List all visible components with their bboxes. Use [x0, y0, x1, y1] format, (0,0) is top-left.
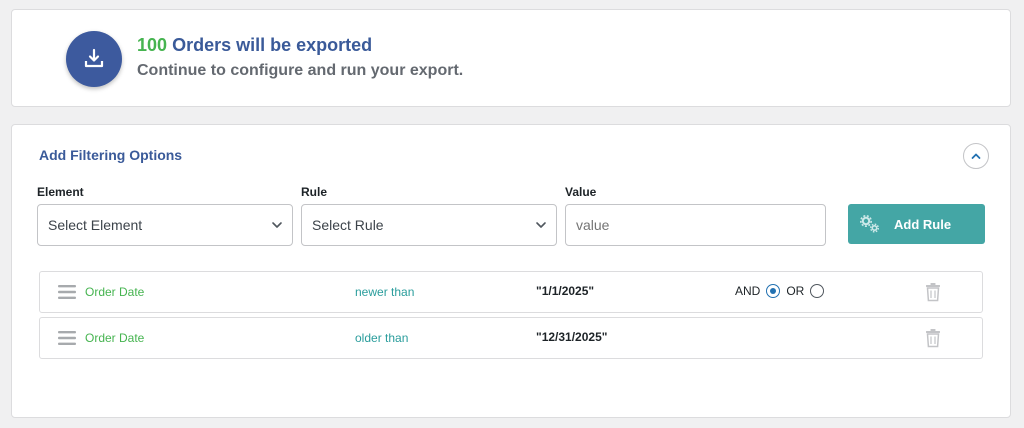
rule-element: Order Date	[85, 285, 145, 299]
export-subline: Continue to configure and run your expor…	[137, 62, 464, 79]
value-input[interactable]	[565, 204, 826, 246]
rule-select[interactable]: Select Rule	[301, 204, 557, 246]
order-count: 100	[137, 35, 168, 55]
export-headline: 100 Orders will be exported	[137, 35, 372, 56]
rule-row: Order Date newer than "1/1/2025" AND OR	[39, 271, 983, 313]
rule-element: Order Date	[85, 331, 145, 345]
export-summary-card: 100 Orders will be exported Continue to …	[11, 9, 1011, 107]
rule-value: "12/31/2025"	[536, 330, 608, 344]
add-rule-label: Add Rule	[894, 217, 952, 232]
rule-operator: newer than	[355, 285, 415, 299]
rule-logic-selector: AND OR	[735, 284, 830, 298]
export-headline-text: Orders will be exported	[172, 35, 373, 55]
filter-options-card: Add Filtering Options Element Rule Value…	[11, 124, 1011, 418]
trash-icon[interactable]	[925, 282, 941, 302]
trash-icon[interactable]	[925, 328, 941, 348]
or-label: OR	[786, 284, 805, 298]
chevron-up-icon	[971, 153, 981, 159]
collapse-button[interactable]	[963, 143, 989, 169]
drag-handle-icon[interactable]	[58, 330, 76, 346]
rule-value: "1/1/2025"	[536, 284, 595, 298]
rule-row: Order Date older than "12/31/2025"	[39, 317, 983, 359]
drag-handle-icon[interactable]	[58, 284, 76, 300]
gears-icon	[860, 215, 879, 233]
and-radio[interactable]	[766, 284, 781, 298]
element-select[interactable]: Select Element	[37, 204, 293, 246]
element-select-value: Select Element	[48, 217, 143, 233]
rule-operator: older than	[355, 331, 409, 345]
export-icon-badge	[66, 31, 122, 87]
rule-select-value: Select Rule	[312, 217, 384, 233]
filter-section-title: Add Filtering Options	[39, 147, 183, 163]
chevron-down-icon	[536, 222, 546, 228]
or-radio[interactable]	[810, 284, 825, 298]
download-tray-icon	[84, 48, 104, 68]
chevron-down-icon	[272, 222, 282, 228]
value-label: Value	[565, 185, 597, 199]
rule-label: Rule	[301, 185, 328, 199]
and-label: AND	[735, 284, 761, 298]
add-rule-button[interactable]: Add Rule	[848, 204, 985, 244]
element-label: Element	[37, 185, 84, 199]
